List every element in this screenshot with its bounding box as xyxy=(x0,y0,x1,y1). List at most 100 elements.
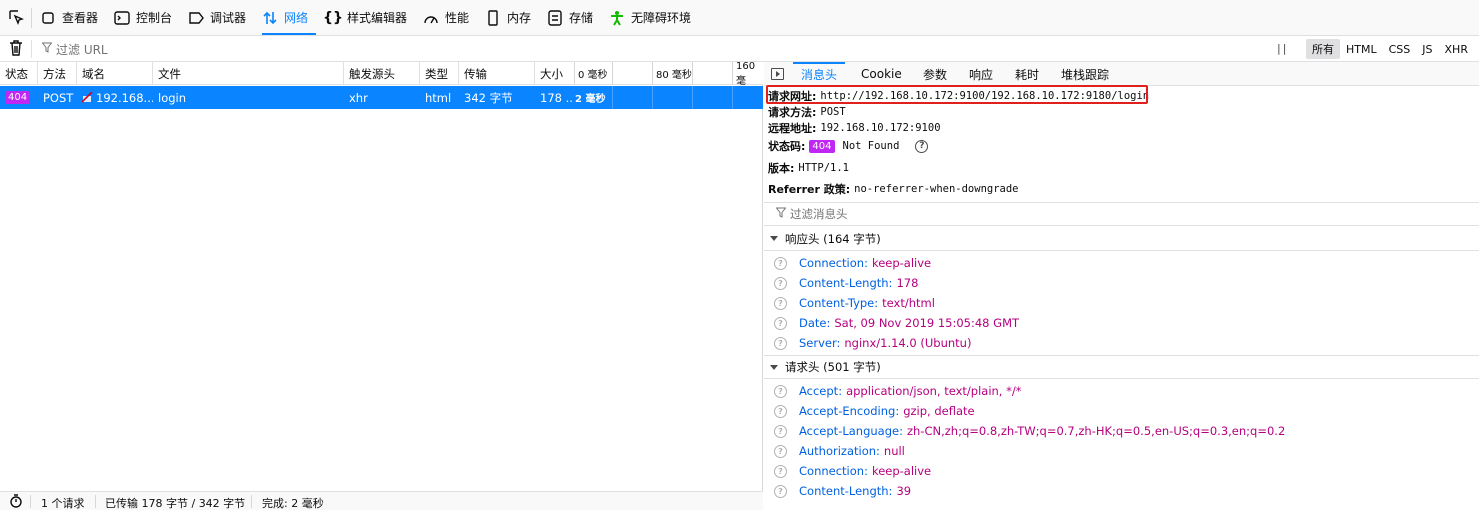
column-header-domain[interactable]: 域名 xyxy=(77,62,153,85)
clear-trash-icon[interactable] xyxy=(9,40,23,56)
tab-params[interactable]: 参数 xyxy=(923,62,947,86)
help-icon[interactable]: ? xyxy=(774,424,787,438)
help-icon[interactable]: ? xyxy=(774,316,787,330)
help-icon[interactable]: ? xyxy=(774,404,787,418)
header-name: Server: xyxy=(799,336,841,350)
status-badge: 404 xyxy=(5,91,31,104)
help-icon[interactable]: ? xyxy=(915,139,929,153)
header-row: ? Content-Type: text/html xyxy=(774,293,935,313)
header-row: ? Accept-Language: zh-CN,zh;q=0.8,zh-TW;… xyxy=(774,421,1285,441)
tab-accessibility[interactable]: 无障碍环境 xyxy=(609,0,691,35)
request-list: 状态 方法 域名 文件 触发源头 类型 传输 大小 0 毫秒 80 毫秒 160… xyxy=(0,61,763,491)
status-code-label: 状态码: xyxy=(768,140,806,153)
toggle-sidebar-icon[interactable] xyxy=(771,68,784,80)
waterfall-tick: 0 毫秒 xyxy=(574,62,608,85)
tab-style-editor[interactable]: {} 样式编辑器 xyxy=(323,0,407,35)
tab-inspector[interactable]: 查看器 xyxy=(40,0,98,35)
filter-funnel-icon xyxy=(41,42,53,56)
tab-stack-trace[interactable]: 堆栈跟踪 xyxy=(1061,62,1109,86)
help-icon[interactable]: ? xyxy=(774,384,787,398)
header-row: ? Content-Length: 39 xyxy=(774,481,911,501)
column-header-transferred[interactable]: 传输 xyxy=(459,62,535,85)
help-icon[interactable]: ? xyxy=(774,336,787,350)
transferred-cell: 342 字节 xyxy=(464,90,513,105)
header-name: Date: xyxy=(799,316,831,330)
header-value: zh-CN,zh;q=0.8,zh-TW;q=0.7,zh-HK;q=0.5,e… xyxy=(906,424,1286,438)
toolbar-divider xyxy=(31,8,32,28)
help-icon[interactable]: ? xyxy=(774,296,787,310)
help-icon[interactable]: ? xyxy=(774,464,787,478)
header-value: nginx/1.14.0 (Ubuntu) xyxy=(844,336,972,350)
transferred-summary: 已传输 178 字节 / 342 字节 xyxy=(105,497,246,510)
type-filter-xhr[interactable]: XHR xyxy=(1439,39,1474,59)
column-header-status[interactable]: 状态 xyxy=(0,62,38,85)
domain-cell: 192.168.... xyxy=(77,86,153,109)
header-row: ? Accept-Encoding: gzip, deflate xyxy=(774,401,975,421)
referrer-policy: no-referrer-when-downgrade xyxy=(854,183,1019,195)
response-headers-section-toggle[interactable]: 响应头 (164 字节) xyxy=(764,227,1479,251)
status-divider xyxy=(30,495,31,508)
header-value: 178 xyxy=(896,276,919,290)
expand-triangle-icon xyxy=(770,236,778,241)
waterfall-gridline xyxy=(652,86,653,109)
request-headers-section-toggle[interactable]: 请求头 (501 字节) xyxy=(764,355,1479,379)
tab-memory[interactable]: 内存 xyxy=(485,0,531,35)
request-row[interactable]: 404 POST 192.168.... login xhr html 342 … xyxy=(0,86,763,109)
tab-cookies[interactable]: Cookie xyxy=(861,62,902,86)
request-url[interactable]: http://192.168.10.172:9100/192.168.10.17… xyxy=(820,90,1149,102)
request-headers-title: 请求头 (501 字节) xyxy=(785,360,881,374)
finish-time: 完成: 2 毫秒 xyxy=(262,497,324,510)
status-code-badge: 404 xyxy=(809,139,835,153)
help-icon[interactable]: ? xyxy=(774,444,787,458)
column-header-size[interactable]: 大小 xyxy=(535,62,574,85)
help-icon[interactable]: ? xyxy=(774,484,787,498)
tab-response[interactable]: 响应 xyxy=(969,62,993,86)
waterfall-gridline xyxy=(732,86,733,109)
type-filter-js[interactable]: JS xyxy=(1416,39,1438,59)
header-name: Connection: xyxy=(799,256,868,270)
column-header-cause[interactable]: 触发源头 xyxy=(344,62,420,85)
waterfall-gridline xyxy=(692,62,732,85)
network-icon xyxy=(262,10,278,26)
tab-performance[interactable]: 性能 xyxy=(423,0,469,35)
help-icon[interactable]: ? xyxy=(774,256,787,270)
tab-console[interactable]: 控制台 xyxy=(114,0,172,35)
tab-debugger[interactable]: 调试器 xyxy=(188,0,246,35)
remote-address-row: 远程地址: 192.168.10.172:9100 xyxy=(768,120,941,136)
column-header-file[interactable]: 文件 xyxy=(153,62,344,85)
debugger-icon xyxy=(188,10,204,26)
url-filter-input[interactable]: 过滤 URL xyxy=(41,40,108,58)
header-name: Content-Length: xyxy=(799,276,893,290)
column-header-method[interactable]: 方法 xyxy=(38,62,77,85)
help-icon[interactable]: ? xyxy=(774,276,787,290)
tab-timings[interactable]: 耗时 xyxy=(1015,62,1039,86)
header-row: ? Connection: keep-alive xyxy=(774,461,931,481)
remote-address: 192.168.10.172:9100 xyxy=(820,122,941,134)
pause-icon[interactable]: || xyxy=(1277,42,1288,55)
headers-filter-input[interactable]: 过滤消息头 xyxy=(764,202,1479,226)
header-name: Accept: xyxy=(799,384,843,398)
type-filter-all[interactable]: 所有 xyxy=(1306,39,1340,59)
version: HTTP/1.1 xyxy=(798,162,849,174)
tab-storage[interactable]: 存储 xyxy=(547,0,593,35)
style-editor-icon: {} xyxy=(323,9,343,26)
type-cell: html xyxy=(425,90,452,105)
type-filter-html[interactable]: HTML xyxy=(1340,39,1383,59)
tab-network[interactable]: 网络 xyxy=(262,0,317,35)
request-url-label: 请求网址: xyxy=(768,90,817,103)
header-value: keep-alive xyxy=(871,256,932,270)
filter-divider xyxy=(31,40,32,58)
type-filter-css[interactable]: CSS xyxy=(1383,39,1417,59)
request-method-label: 请求方法: xyxy=(768,106,817,119)
devtools-toolbar: 查看器 控制台 调试器 网络 {} 样式编辑器 性能 内存 存储 无障碍环境 xyxy=(0,0,1479,36)
performance-icon xyxy=(423,10,439,26)
tab-headers[interactable]: 消息头 xyxy=(792,62,846,86)
performance-stopwatch-icon[interactable] xyxy=(9,494,23,510)
column-header-type[interactable]: 类型 xyxy=(420,62,459,85)
element-picker-icon[interactable] xyxy=(8,9,24,28)
method-cell: POST xyxy=(43,90,74,105)
header-name: Content-Length: xyxy=(799,484,893,498)
accessibility-icon xyxy=(609,10,625,26)
header-value: 39 xyxy=(896,484,912,498)
waterfall-tick: 160 毫 xyxy=(732,61,763,87)
